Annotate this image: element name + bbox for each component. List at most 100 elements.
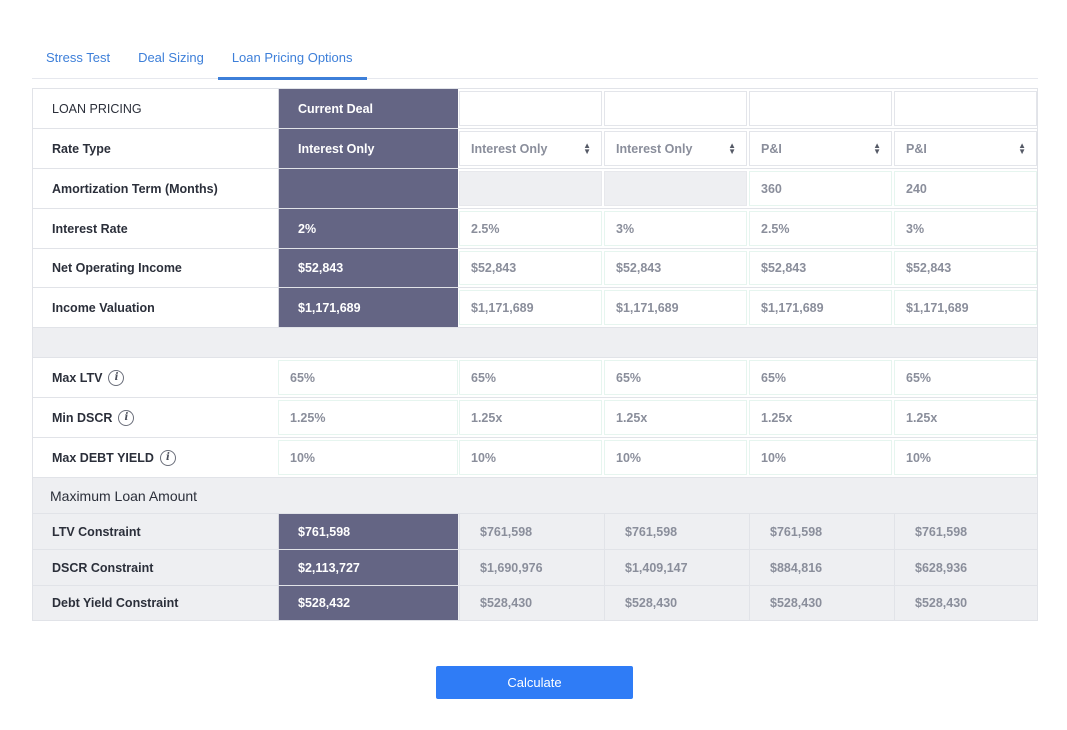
noi-row: Net Operating Income $52,843 $52,843 $52… [33, 249, 1037, 288]
max-loan-section-header: Maximum Loan Amount [33, 478, 1037, 514]
interest-rate-label: Interest Rate [52, 221, 128, 236]
loan-pricing-table: LOAN PRICING Current Deal Rate Type Inte… [32, 88, 1038, 621]
max-debt-yield-input-4[interactable]: 10% [894, 440, 1037, 475]
option-header-4 [894, 91, 1037, 126]
interest-rate-input-3[interactable]: 2.5% [749, 211, 892, 246]
ltv-constraint-row: LTV Constraint $761,598 $761,598 $761,59… [33, 514, 1037, 550]
rate-type-select-3[interactable]: P&I ▲ ▼ [749, 131, 892, 166]
min-dscr-input-2[interactable]: 1.25x [604, 400, 747, 435]
spacer-row [33, 328, 1037, 358]
current-max-ltv-input[interactable]: 65% [278, 360, 458, 395]
income-valuation-input-3[interactable]: $1,171,689 [749, 290, 892, 325]
select-arrows-icon: ▲ ▼ [583, 140, 591, 156]
current-interest-rate: 2% [278, 209, 458, 248]
tab-deal-sizing[interactable]: Deal Sizing [124, 40, 218, 78]
max-debt-yield-text: Max DEBT YIELD [52, 450, 154, 465]
income-valuation-label: Income Valuation [52, 300, 155, 315]
option-header-3 [749, 91, 892, 126]
min-dscr-row: Min DSCR i 1.25% 1.25x 1.25x 1.25x 1.25x [33, 398, 1037, 438]
debt-yield-constraint-row: Debt Yield Constraint $528,432 $528,430 … [33, 586, 1037, 620]
current-amortization [278, 169, 458, 208]
rate-type-value-1: Interest Only [471, 141, 548, 156]
current-rate-type: Interest Only [278, 129, 458, 168]
rate-type-select-2[interactable]: Interest Only ▲ ▼ [604, 131, 747, 166]
noi-input-4[interactable]: $52,843 [894, 251, 1037, 285]
rate-type-select-4[interactable]: P&I ▲ ▼ [894, 131, 1037, 166]
income-valuation-row: Income Valuation $1,171,689 $1,171,689 $… [33, 288, 1037, 328]
min-dscr-label: Min DSCR i [33, 398, 278, 437]
ltv-constraint-1: $761,598 [459, 514, 603, 549]
income-valuation-input-1[interactable]: $1,171,689 [459, 290, 602, 325]
debt-yield-constraint-label: Debt Yield Constraint [52, 596, 179, 610]
rate-type-row: Rate Type Interest Only Interest Only ▲ ▼ … [33, 129, 1037, 169]
max-ltv-input-1[interactable]: 65% [459, 360, 602, 395]
noi-label: Net Operating Income [52, 261, 182, 275]
income-valuation-input-4[interactable]: $1,171,689 [894, 290, 1037, 325]
amortization-input-4[interactable]: 240 [894, 171, 1037, 206]
current-noi: $52,843 [278, 249, 458, 287]
info-icon[interactable]: i [159, 449, 176, 466]
rate-type-value-4: P&I [906, 141, 927, 156]
max-ltv-input-3[interactable]: 65% [749, 360, 892, 395]
dscr-constraint-2: $1,409,147 [604, 550, 748, 585]
income-valuation-input-2[interactable]: $1,171,689 [604, 290, 747, 325]
current-income-valuation: $1,171,689 [278, 288, 458, 327]
dscr-constraint-3: $884,816 [749, 550, 893, 585]
min-dscr-input-1[interactable]: 1.25x [459, 400, 602, 435]
amortization-input-3[interactable]: 360 [749, 171, 892, 206]
tab-stress-test[interactable]: Stress Test [32, 40, 124, 78]
info-icon[interactable]: i [118, 409, 135, 426]
option-header-1 [459, 91, 602, 126]
min-dscr-input-3[interactable]: 1.25x [749, 400, 892, 435]
select-arrows-icon: ▲ ▼ [873, 140, 881, 156]
rate-type-value-3: P&I [761, 141, 782, 156]
amortization-row: Amortization Term (Months) 360 240 [33, 169, 1037, 209]
table-header-row: LOAN PRICING Current Deal [33, 89, 1037, 129]
max-debt-yield-input-3[interactable]: 10% [749, 440, 892, 475]
interest-rate-input-4[interactable]: 3% [894, 211, 1037, 246]
ltv-constraint-3: $761,598 [749, 514, 893, 549]
debt-yield-constraint-1: $528,430 [459, 586, 603, 620]
current-deal-header: Current Deal [278, 89, 458, 128]
noi-input-1[interactable]: $52,843 [459, 251, 602, 285]
max-debt-yield-input-2[interactable]: 10% [604, 440, 747, 475]
current-dscr-constraint: $2,113,727 [278, 550, 458, 585]
max-ltv-text: Max LTV [52, 370, 103, 385]
tab-loan-pricing-options[interactable]: Loan Pricing Options [217, 40, 367, 80]
max-ltv-row: Max LTV i 65% 65% 65% 65% 65% [33, 358, 1037, 398]
debt-yield-constraint-2: $528,430 [604, 586, 748, 620]
calculate-button[interactable]: Calculate [436, 666, 633, 699]
min-dscr-input-4[interactable]: 1.25x [894, 400, 1037, 435]
current-ltv-constraint: $761,598 [278, 514, 458, 549]
rate-type-select-1[interactable]: Interest Only ▲ ▼ [459, 131, 602, 166]
max-loan-title: Maximum Loan Amount [50, 487, 198, 504]
current-max-debt-yield-input[interactable]: 10% [278, 440, 458, 475]
dscr-constraint-label: DSCR Constraint [52, 560, 154, 575]
max-ltv-label: Max LTV i [33, 358, 278, 397]
max-debt-yield-input-1[interactable]: 10% [459, 440, 602, 475]
ltv-constraint-4: $761,598 [894, 514, 1038, 549]
rate-type-value-2: Interest Only [616, 141, 693, 156]
amortization-input-2 [604, 171, 747, 206]
amortization-input-1 [459, 171, 602, 206]
select-arrows-icon: ▲ ▼ [1018, 140, 1026, 156]
interest-rate-input-1[interactable]: 2.5% [459, 211, 602, 246]
interest-rate-row: Interest Rate 2% 2.5% 3% 2.5% 3% [33, 209, 1037, 249]
tab-bar: Stress Test Deal Sizing Loan Pricing Opt… [32, 40, 1038, 80]
min-dscr-text: Min DSCR [52, 410, 113, 425]
debt-yield-constraint-4: $528,430 [894, 586, 1038, 620]
max-ltv-input-4[interactable]: 65% [894, 360, 1037, 395]
noi-input-2[interactable]: $52,843 [604, 251, 747, 285]
max-ltv-input-2[interactable]: 65% [604, 360, 747, 395]
interest-rate-input-2[interactable]: 3% [604, 211, 747, 246]
ltv-constraint-label: LTV Constraint [52, 524, 141, 539]
current-min-dscr-input[interactable]: 1.25% [278, 400, 458, 435]
option-header-2 [604, 91, 747, 126]
dscr-constraint-4: $628,936 [894, 550, 1038, 585]
select-arrows-icon: ▲ ▼ [728, 140, 736, 156]
info-icon[interactable]: i [108, 369, 125, 386]
rate-type-label: Rate Type [52, 141, 111, 156]
max-debt-yield-row: Max DEBT YIELD i 10% 10% 10% 10% 10% [33, 438, 1037, 478]
noi-input-3[interactable]: $52,843 [749, 251, 892, 285]
amortization-label: Amortization Term (Months) [52, 181, 218, 196]
